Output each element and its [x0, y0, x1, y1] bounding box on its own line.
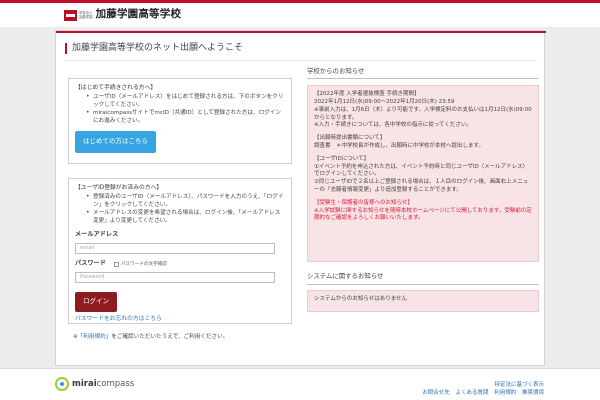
- terms-prefix: ※「: [73, 334, 84, 340]
- email-field[interactable]: email: [75, 243, 275, 255]
- site-header: 学校法人 加藤学園 加藤学園高等学校: [0, 3, 600, 27]
- first-time-box: 【はじめて手続きされる方へ】 ユーザID（メールアドレス）をはじめて登録される方…: [68, 78, 292, 164]
- terms-link[interactable]: 利用規約: [83, 334, 105, 340]
- first-time-bullet-1: ユーザID（メールアドレス）をはじめて登録される方は、下のボタンをクリックしてく…: [75, 93, 285, 109]
- school-small-line-2: 加藤学園: [79, 15, 93, 19]
- login-box: 【ユーザID登録がお済みの方へ】 登録済みのユーザID（メールアドレス）、パスワ…: [68, 178, 292, 324]
- notice-line: 調査書 ＊中学校長が作成し、出願時に中学校が本校へ提出します。: [314, 143, 484, 150]
- title-divider: [65, 60, 537, 61]
- miraicompass-icon: [55, 377, 69, 391]
- login-button[interactable]: ログイン: [75, 292, 117, 312]
- footer-link-contact[interactable]: お問合せ先: [422, 390, 450, 396]
- footer-divider: [0, 368, 600, 369]
- system-notice-title: システムに関するお知らせ: [307, 272, 539, 285]
- brand-prefix: mirai: [72, 378, 97, 389]
- school-notice-title: 学校からのお知らせ: [307, 67, 539, 80]
- first-time-bullet-2: miraicompassサイトでmcID（共通ID）として登録された方は、ログイ…: [75, 109, 285, 125]
- notice-line: ①イベント予約を申込された方は、イベント予約時と同じユーザID（メールアドレス）…: [314, 163, 529, 178]
- page-title: 加藤学園高等学校のネット出願へようこそ: [65, 43, 243, 54]
- login-bullets: 登録済みのユーザID（メールアドレス）、パスワードを入力のうえ、「ログイン」をク…: [75, 193, 285, 225]
- footer-link-specified-commercial[interactable]: 特定法に基づく表示: [494, 382, 544, 388]
- site-footer: miraicompass 特定法に基づく表示 お問合せ先 よくある質問 利用規約…: [0, 368, 600, 400]
- right-column: 学校からのお知らせ 【2022年度 入学者選抜検査 手続き期間】 2022年1月…: [307, 67, 539, 312]
- notice-line-red: 【受験生・保護者の皆様へのお知らせ】: [314, 199, 413, 206]
- terms-note: ※「利用規約」をご確認いただいたうえで、ご利用ください。: [73, 333, 228, 341]
- brand-suffix: compass: [96, 378, 135, 389]
- card-accent-bar: [56, 31, 546, 33]
- notice-line: 【ユーザIDについて】: [314, 155, 370, 162]
- notice-line: 【2022年度 入学者選抜検査 手続き期間】: [314, 91, 420, 98]
- notice-line: ※入力・手続きについては、各中学校の指示に従ってください。: [314, 122, 472, 129]
- footer-link-faq[interactable]: よくある質問: [455, 390, 488, 396]
- left-column: 【はじめて手続きされる方へ】 ユーザID（メールアドレス）をはじめて登録される方…: [68, 78, 292, 324]
- password-row: パスワード パスワードの文字確認: [75, 260, 285, 269]
- notice-line-red: ※入学試験に関するお知らせを随時本校ホームページにて公開しております。受験前の定…: [314, 207, 532, 222]
- terms-suffix: 」をご確認いただいたうえで、ご利用ください。: [105, 334, 229, 340]
- footer-link-terms[interactable]: 利用規約: [494, 390, 516, 396]
- email-label: メールアドレス: [75, 231, 119, 239]
- system-notice-box: システムからのお知らせはありません: [307, 289, 539, 312]
- footer-link-environment[interactable]: 推奨環境: [522, 390, 544, 396]
- first-time-button[interactable]: はじめての方はこちら: [75, 131, 156, 153]
- password-field[interactable]: Password: [75, 272, 275, 284]
- login-bullet-1: 登録済みのユーザID（メールアドレス）、パスワードを入力のうえ、「ログイン」をク…: [75, 193, 285, 209]
- school-logo[interactable]: 学校法人 加藤学園 加藤学園高等学校: [64, 8, 181, 22]
- school-name: 加藤学園高等学校: [95, 8, 182, 21]
- forgot-password-link[interactable]: パスワードをお忘れの方はこちら: [75, 315, 285, 323]
- school-notice-box: 【2022年度 入学者選抜検査 手続き期間】 2022年1月12日(水)09:0…: [307, 85, 539, 263]
- first-time-title: 【はじめて手続きされる方へ】: [75, 85, 157, 91]
- notice-line: 2022年1月12日(水)09:00～2022年1月20日(木) 23:59: [314, 99, 455, 106]
- password-label: パスワード: [75, 260, 106, 268]
- login-title: 【ユーザID登録がお済みの方へ】: [75, 185, 163, 191]
- notice-line: 【出願時提出書類について】: [314, 135, 386, 142]
- miraicompass-wordmark: miraicompass: [72, 378, 134, 390]
- notice-line: ※事前入力は、1月6日（木）より可能です。入学検定料のお支払いは1月12日(水)…: [314, 106, 532, 121]
- show-password-checkbox[interactable]: [113, 262, 119, 268]
- footer-links: 特定法に基づく表示 お問合せ先 よくある質問 利用規約 推奨環境: [418, 381, 544, 397]
- school-emblem-icon: [64, 9, 77, 21]
- notice-line: ②同じユーザIDで２名以上ご登録される場合は、１人目のログイン後、画面右上メニュ…: [314, 179, 529, 194]
- first-time-bullets: ユーザID（メールアドレス）をはじめて登録される方は、下のボタンをクリックしてく…: [75, 93, 285, 125]
- show-password-label[interactable]: パスワードの文字確認: [121, 262, 167, 269]
- school-corp-label: 学校法人 加藤学園: [79, 11, 93, 19]
- login-bullet-2: メールアドレスの変更を希望される場合は、ログイン後、「メールアドレス変更」より変…: [75, 209, 285, 225]
- miraicompass-logo[interactable]: miraicompass: [55, 377, 134, 391]
